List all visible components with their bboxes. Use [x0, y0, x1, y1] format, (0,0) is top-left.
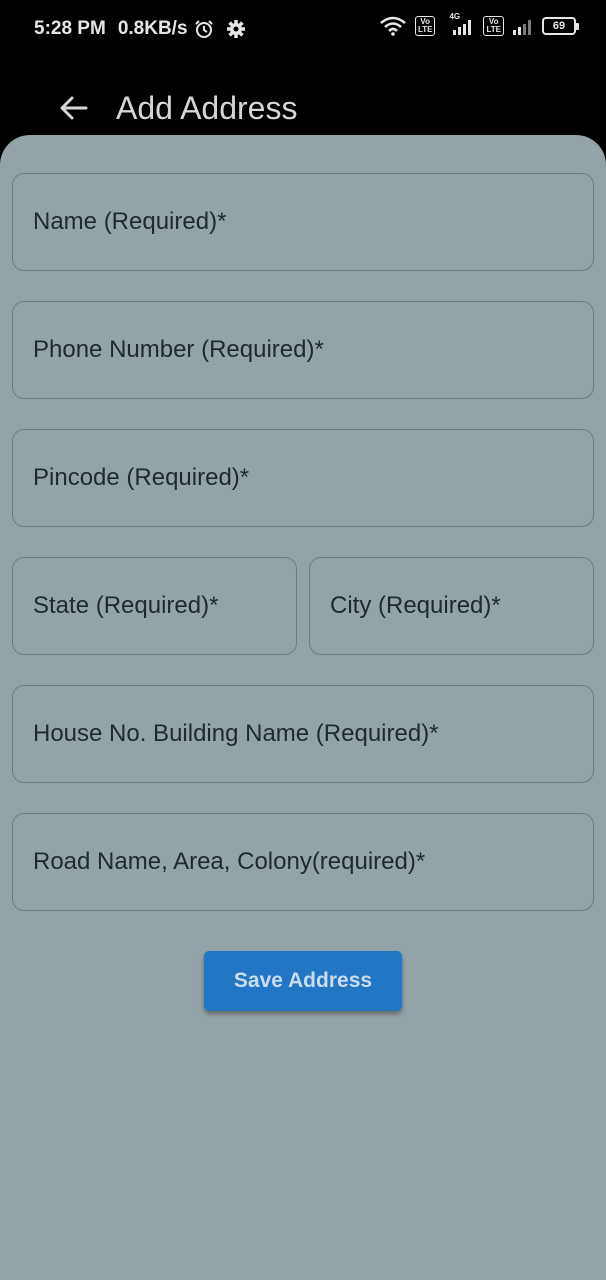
app-bar: Add Address — [0, 60, 606, 140]
alarm-icon — [194, 20, 213, 38]
state-field[interactable]: State (Required)* — [12, 557, 297, 655]
phone-placeholder: Phone Number (Required)* — [33, 336, 324, 363]
house-placeholder: House No. Building Name (Required)* — [33, 720, 439, 747]
status-left: 5:28 PM 0.8KB/s — [34, 18, 246, 40]
wifi-icon — [380, 16, 406, 36]
signal-icon — [453, 20, 472, 35]
volte-icon: Vo LTE — [414, 16, 436, 36]
address-form-sheet: Name (Required)* Phone Number (Required)… — [0, 135, 606, 1280]
status-bar: 5:28 PM 0.8KB/s Vo LTE 4G Vo LTE 69 — [0, 0, 606, 60]
house-field[interactable]: House No. Building Name (Required)* — [12, 685, 594, 783]
status-right: Vo LTE 4G Vo LTE 69 — [379, 12, 579, 36]
road-placeholder: Road Name, Area, Colony(required)* — [33, 848, 426, 875]
pincode-field[interactable]: Pincode (Required)* — [12, 429, 594, 527]
phone-field[interactable]: Phone Number (Required)* — [12, 301, 594, 399]
status-speed: 0.8KB/s — [117, 18, 188, 39]
state-placeholder: State (Required)* — [33, 592, 219, 619]
page-title: Add Address — [116, 90, 298, 126]
signal-icon-2 — [513, 20, 531, 35]
road-field[interactable]: Road Name, Area, Colony(required)* — [12, 813, 594, 911]
arrow-left-icon[interactable] — [56, 90, 92, 126]
battery-icon: 69 — [542, 17, 579, 35]
battery-level: 69 — [552, 20, 566, 32]
volte-icon-2: Vo LTE — [483, 16, 504, 36]
city-placeholder: City (Required)* — [330, 592, 501, 619]
city-field[interactable]: City (Required)* — [309, 557, 594, 655]
status-time: 5:28 PM — [34, 18, 106, 39]
signal-4g: 4G — [443, 12, 475, 36]
save-address-button[interactable]: Save Address — [204, 951, 402, 1011]
gear-icon — [226, 20, 245, 38]
pincode-placeholder: Pincode (Required)* — [33, 464, 250, 491]
name-placeholder: Name (Required)* — [33, 208, 227, 235]
name-field[interactable]: Name (Required)* — [12, 173, 594, 271]
